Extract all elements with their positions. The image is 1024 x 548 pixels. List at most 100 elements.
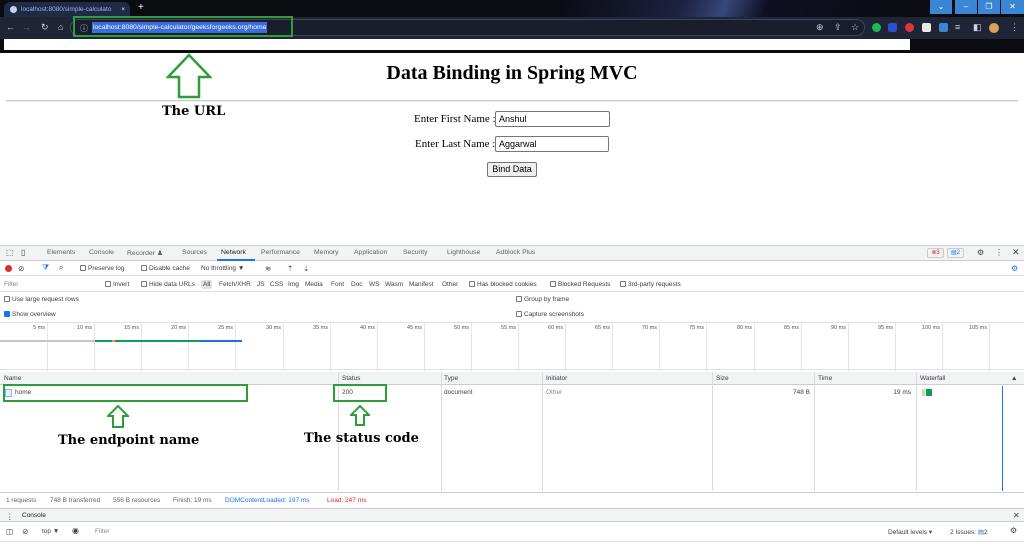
tab-console[interactable]: Console: [89, 249, 114, 256]
column-time[interactable]: Time: [818, 375, 832, 382]
timeline-tick-label: 55 ms: [501, 325, 516, 331]
first-name-field[interactable]: Anshul: [495, 111, 610, 127]
forward-icon[interactable]: →: [22, 22, 31, 32]
filter-input[interactable]: Filter: [4, 281, 99, 288]
back-icon[interactable]: ←: [6, 22, 15, 32]
column-initiator[interactable]: Initiator: [546, 375, 567, 382]
issues-button[interactable]: 2 Issues: ▤2: [950, 528, 988, 536]
tab-elements[interactable]: Elements: [47, 249, 75, 256]
timeline-overview[interactable]: 5 ms 10 ms 15 ms 20 ms 25 ms 30 ms 35 ms 40 ms 4…: [0, 322, 1024, 371]
chevron-down-icon[interactable]: ⌄: [930, 0, 952, 14]
star-icon[interactable]: ☆: [851, 22, 859, 33]
capture-screenshots-checkbox[interactable]: Capture screenshots: [516, 311, 584, 318]
filter-type-other[interactable]: Other: [442, 281, 458, 288]
column-name[interactable]: Name: [4, 375, 21, 382]
clear-icon[interactable]: ⊘: [18, 264, 24, 273]
home-icon[interactable]: ⌂: [58, 22, 63, 32]
reload-icon[interactable]: ↻: [41, 22, 49, 33]
console-filter-input[interactable]: Filter: [95, 528, 875, 535]
maximize-button[interactable]: ❐: [978, 0, 1000, 14]
filter-type-js[interactable]: JS: [257, 281, 265, 288]
search-icon[interactable]: ⌕: [59, 263, 63, 273]
shield-icon[interactable]: [922, 23, 931, 32]
console-settings-icon[interactable]: ⚙: [1010, 526, 1017, 535]
filter-type-doc[interactable]: Doc: [351, 281, 363, 288]
tab-sources[interactable]: Sources: [182, 249, 207, 256]
puzzle-icon[interactable]: [939, 23, 948, 32]
third-party-checkbox[interactable]: 3rd-party requests: [620, 281, 681, 288]
disable-cache-checkbox[interactable]: Disable cache: [141, 265, 190, 272]
tab-lighthouse[interactable]: Lighthouse: [447, 249, 480, 256]
filter-icon[interactable]: ⧩: [42, 263, 49, 273]
column-type[interactable]: Type: [444, 375, 458, 382]
column-size[interactable]: Size: [716, 375, 729, 382]
sidebar-icon[interactable]: ◧: [973, 22, 982, 33]
kebab-menu-icon[interactable]: ⋮: [995, 248, 1003, 257]
close-icon[interactable]: ✕: [1012, 247, 1020, 258]
download-icon[interactable]: ⇣: [303, 264, 309, 273]
network-settings-icon[interactable]: ⚙: [1011, 264, 1018, 273]
tab-close-icon[interactable]: ×: [121, 6, 125, 13]
avatar[interactable]: [989, 23, 999, 33]
tab-network[interactable]: Network: [221, 249, 246, 256]
context-select[interactable]: top ▼: [42, 528, 59, 535]
default-levels-select[interactable]: Default levels ▾: [888, 528, 932, 536]
preserve-log-checkbox[interactable]: Preserve log: [80, 265, 125, 272]
share-icon[interactable]: ⇪: [834, 22, 842, 33]
sidebar-toggle-icon[interactable]: ◫: [6, 527, 13, 536]
blocked-requests-checkbox[interactable]: Blocked Requests: [550, 281, 610, 288]
inspect-icon[interactable]: ⬚: [6, 248, 14, 257]
invert-checkbox[interactable]: Invert: [105, 281, 129, 288]
bind-data-button[interactable]: Bind Data: [487, 162, 537, 177]
column-status[interactable]: Status: [342, 375, 360, 382]
chart-extension-icon[interactable]: [888, 23, 897, 32]
filter-type-wasm[interactable]: Wasm: [385, 281, 403, 288]
clear-console-icon[interactable]: ⊘: [22, 527, 28, 536]
close-window-button[interactable]: ✕: [1001, 0, 1024, 14]
new-tab-button[interactable]: +: [138, 2, 144, 13]
tab-memory[interactable]: Memory: [314, 249, 339, 256]
wifi-icon[interactable]: ≋: [265, 264, 271, 273]
filter-type-font[interactable]: Font: [331, 281, 344, 288]
filter-type-manifest[interactable]: Manifest: [409, 281, 434, 288]
minimize-button[interactable]: –: [955, 0, 977, 14]
upload-icon[interactable]: ⇡: [287, 264, 293, 273]
sort-up-icon[interactable]: ▲: [1011, 375, 1017, 382]
drawer-menu-icon[interactable]: ⋮: [6, 512, 14, 521]
browser-tab[interactable]: localhost:8080/simple-calculato ×: [4, 2, 130, 17]
tab-recorder[interactable]: Recorder ♟: [127, 249, 163, 257]
error-badge[interactable]: ⊗3: [927, 248, 944, 258]
eye-icon[interactable]: ◉: [72, 526, 79, 535]
tab-security[interactable]: Security: [403, 249, 428, 256]
filter-type-media[interactable]: Media: [305, 281, 323, 288]
tab-performance[interactable]: Performance: [261, 249, 300, 256]
show-overview-checkbox[interactable]: Show overview: [4, 311, 56, 318]
adblock-icon[interactable]: [905, 23, 914, 32]
drawer-close-icon[interactable]: ✕: [1013, 511, 1020, 520]
zoom-icon[interactable]: ⊕: [816, 22, 824, 33]
drawer-tab-console[interactable]: Console: [22, 512, 46, 519]
filter-type-ws[interactable]: WS: [369, 281, 379, 288]
message-badge[interactable]: ▤2: [947, 248, 964, 258]
device-toggle-icon[interactable]: ▯: [21, 248, 25, 257]
last-name-field[interactable]: Aggarwal: [495, 136, 609, 152]
endpoint-arrow-icon: [107, 405, 129, 428]
column-waterfall[interactable]: Waterfall: [920, 375, 945, 382]
filter-type-all[interactable]: All: [201, 280, 213, 289]
tab-adblock-plus[interactable]: Adblock Plus: [496, 249, 535, 256]
throttling-select[interactable]: No throttling ▼: [201, 265, 244, 272]
grammarly-icon[interactable]: [872, 23, 881, 32]
blocked-cookies-checkbox[interactable]: Has blocked cookies: [469, 281, 537, 288]
filter-type-img[interactable]: Img: [288, 281, 299, 288]
record-icon[interactable]: [5, 265, 12, 272]
filter-type-fetch[interactable]: Fetch/XHR: [219, 281, 251, 288]
hide-data-urls-checkbox[interactable]: Hide data URLs: [141, 281, 195, 288]
menu-icon[interactable]: ⋮: [1010, 22, 1019, 33]
large-rows-checkbox[interactable]: Use large request rows: [4, 296, 79, 303]
tab-application[interactable]: Application: [354, 249, 387, 256]
gear-icon[interactable]: ⚙: [977, 248, 984, 257]
reading-list-icon[interactable]: ≡: [955, 22, 960, 32]
filter-type-css[interactable]: CSS: [270, 281, 283, 288]
timeline-gridline: [848, 323, 849, 371]
group-by-frame-checkbox[interactable]: Group by frame: [516, 296, 569, 303]
